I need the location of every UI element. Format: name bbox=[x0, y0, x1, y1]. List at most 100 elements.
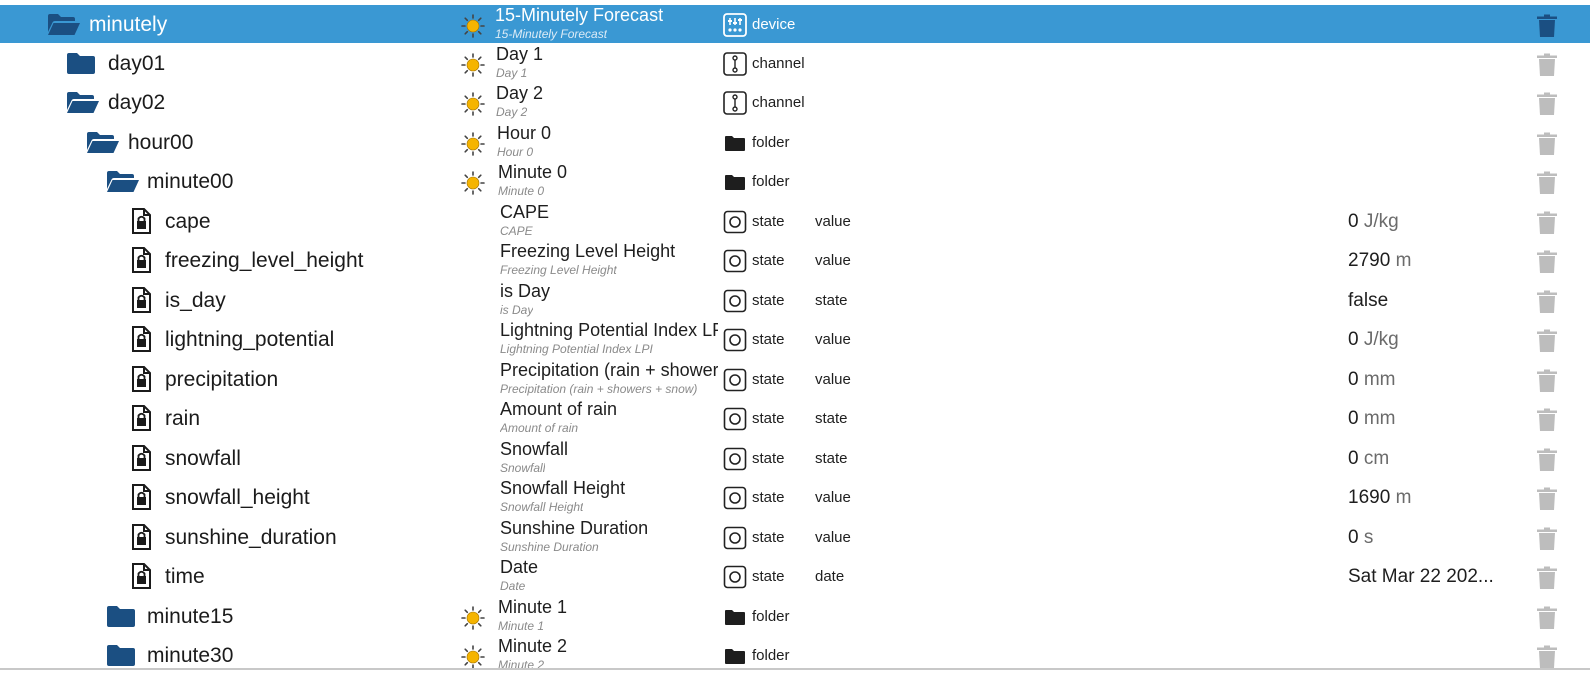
sun-icon bbox=[461, 171, 485, 195]
delete-icon[interactable] bbox=[1536, 448, 1558, 472]
delete-icon[interactable] bbox=[1536, 211, 1558, 235]
folder-icon[interactable] bbox=[106, 643, 140, 667]
tree-row-snowfall-height[interactable]: snowfall_height Snowfall Height Snowfall H… bbox=[0, 478, 1590, 517]
object-id: precipitation bbox=[165, 368, 279, 391]
delete-icon[interactable] bbox=[1536, 92, 1558, 116]
object-id: hour00 bbox=[128, 131, 194, 154]
delete-icon[interactable] bbox=[1536, 408, 1558, 432]
object-id: sunshine_duration bbox=[165, 526, 337, 549]
object-id: is_day bbox=[165, 289, 226, 312]
object-type: state bbox=[752, 568, 785, 585]
object-role: value bbox=[815, 331, 851, 348]
value-number: 0 bbox=[1348, 211, 1359, 232]
object-id: minutely bbox=[89, 13, 168, 36]
object-subtitle: Hour 0 bbox=[497, 145, 534, 159]
object-type: state bbox=[752, 331, 785, 348]
tree-row-minute15[interactable]: minute15 Minute 1 Minute 1 folder bbox=[0, 597, 1590, 636]
delete-icon[interactable] bbox=[1536, 487, 1558, 511]
delete-icon[interactable] bbox=[1536, 290, 1558, 314]
object-type: state bbox=[752, 252, 785, 269]
delete-icon[interactable] bbox=[1536, 369, 1558, 393]
object-value[interactable]: 0 mm bbox=[1348, 369, 1396, 391]
delete-icon[interactable] bbox=[1536, 566, 1558, 590]
object-value[interactable]: false bbox=[1348, 290, 1388, 312]
file-lock-icon bbox=[131, 524, 165, 550]
object-type: folder bbox=[752, 134, 790, 151]
object-type: state bbox=[752, 450, 785, 467]
state-icon bbox=[723, 565, 747, 589]
tree-row-precipitation[interactable]: precipitation Precipitation (rain + showe… bbox=[0, 360, 1590, 399]
object-id: minute30 bbox=[147, 644, 234, 667]
channel-icon bbox=[723, 91, 747, 115]
folder-open-icon[interactable] bbox=[47, 12, 81, 36]
tree-row-is-day[interactable]: is_day is Day is Day state state false bbox=[0, 281, 1590, 320]
object-value[interactable]: Sat Mar 22 202... bbox=[1348, 566, 1494, 588]
tree-row-day02[interactable]: day02 Day 2 Day 2 channel bbox=[0, 83, 1590, 122]
value-unit: mm bbox=[1363, 369, 1396, 390]
tree-row-minutely[interactable]: minutely 15-Minutely Forecast 15-Minutely … bbox=[0, 5, 1590, 43]
value-unit: mm bbox=[1363, 408, 1396, 429]
folder-icon[interactable] bbox=[66, 51, 100, 75]
tree-row-hour00[interactable]: hour00 Hour 0 Hour 0 folder bbox=[0, 123, 1590, 162]
object-role: state bbox=[815, 292, 848, 309]
state-icon bbox=[723, 526, 747, 550]
value-unit: J/kg bbox=[1363, 329, 1399, 350]
object-subtitle: Minute 1 bbox=[498, 619, 545, 633]
tree-row-lightning-potential[interactable]: lightning_potential Lightning Potential I… bbox=[0, 320, 1590, 359]
tree-row-time[interactable]: time Date Date state date Sat Mar 22 202... bbox=[0, 557, 1590, 596]
object-type: folder bbox=[752, 647, 790, 664]
object-id: cape bbox=[165, 210, 211, 233]
object-subtitle: 15-Minutely Forecast bbox=[495, 27, 608, 41]
sun-icon bbox=[461, 14, 485, 38]
delete-icon[interactable] bbox=[1536, 606, 1558, 630]
tree-row-minute00[interactable]: minute00 Minute 0 Minute 0 folder bbox=[0, 162, 1590, 201]
object-value[interactable]: 0 J/kg bbox=[1348, 211, 1399, 233]
object-value[interactable]: 0 cm bbox=[1348, 448, 1389, 470]
object-type: state bbox=[752, 529, 785, 546]
value-number: 2790 bbox=[1348, 250, 1391, 271]
tree-row-freezing-level-height[interactable]: freezing_level_height Freezing Level Heig… bbox=[0, 241, 1590, 280]
object-title: is Day bbox=[500, 281, 551, 301]
delete-icon[interactable] bbox=[1536, 527, 1558, 551]
delete-icon[interactable] bbox=[1536, 645, 1558, 669]
delete-icon[interactable] bbox=[1536, 132, 1558, 156]
delete-icon[interactable] bbox=[1536, 250, 1558, 274]
object-role: value bbox=[815, 213, 851, 230]
folder-small-icon bbox=[723, 170, 747, 194]
tree-row-cape[interactable]: cape CAPE CAPE state value 0 J/kg bbox=[0, 202, 1590, 241]
folder-open-icon[interactable] bbox=[86, 130, 120, 154]
object-subtitle: Sunshine Duration bbox=[500, 540, 599, 554]
folder-open-icon[interactable] bbox=[66, 90, 100, 114]
object-subtitle: Amount of rain bbox=[500, 421, 579, 435]
object-id: lightning_potential bbox=[165, 328, 335, 351]
value-number: 1690 bbox=[1348, 487, 1391, 508]
state-icon bbox=[723, 486, 747, 510]
value-unit: s bbox=[1363, 527, 1374, 548]
folder-open-icon[interactable] bbox=[106, 169, 140, 193]
object-subtitle: Snowfall Height bbox=[500, 500, 584, 514]
delete-icon[interactable] bbox=[1536, 171, 1558, 195]
object-value[interactable]: 0 s bbox=[1348, 527, 1373, 549]
object-value[interactable]: 0 J/kg bbox=[1348, 329, 1399, 351]
object-title: Sunshine Duration bbox=[500, 518, 649, 538]
file-lock-icon bbox=[131, 326, 165, 352]
object-title: Minute 0 bbox=[498, 162, 568, 182]
object-role: value bbox=[815, 489, 851, 506]
file-lock-icon bbox=[131, 366, 165, 392]
tree-row-rain[interactable]: rain Amount of rain Amount of rain state sta… bbox=[0, 399, 1590, 438]
delete-icon[interactable] bbox=[1536, 329, 1558, 353]
folder-icon[interactable] bbox=[106, 604, 140, 628]
object-value[interactable]: 0 mm bbox=[1348, 408, 1396, 430]
object-id: rain bbox=[165, 407, 201, 430]
delete-icon[interactable] bbox=[1536, 14, 1558, 38]
tree-row-snowfall[interactable]: snowfall Snowfall Snowfall state state 0 cm bbox=[0, 439, 1590, 478]
object-type: state bbox=[752, 292, 785, 309]
delete-icon[interactable] bbox=[1536, 53, 1558, 77]
tree-row-sunshine-duration[interactable]: sunshine_duration Sunshine Duration Sunshi… bbox=[0, 518, 1590, 557]
file-lock-icon bbox=[131, 445, 165, 471]
object-title: Hour 0 bbox=[497, 123, 552, 143]
object-value[interactable]: 1690 m bbox=[1348, 487, 1411, 509]
object-value[interactable]: 2790 m bbox=[1348, 250, 1411, 272]
tree-row-day01[interactable]: day01 Day 1 Day 1 channel bbox=[0, 44, 1590, 83]
object-title: Snowfall bbox=[500, 439, 569, 459]
